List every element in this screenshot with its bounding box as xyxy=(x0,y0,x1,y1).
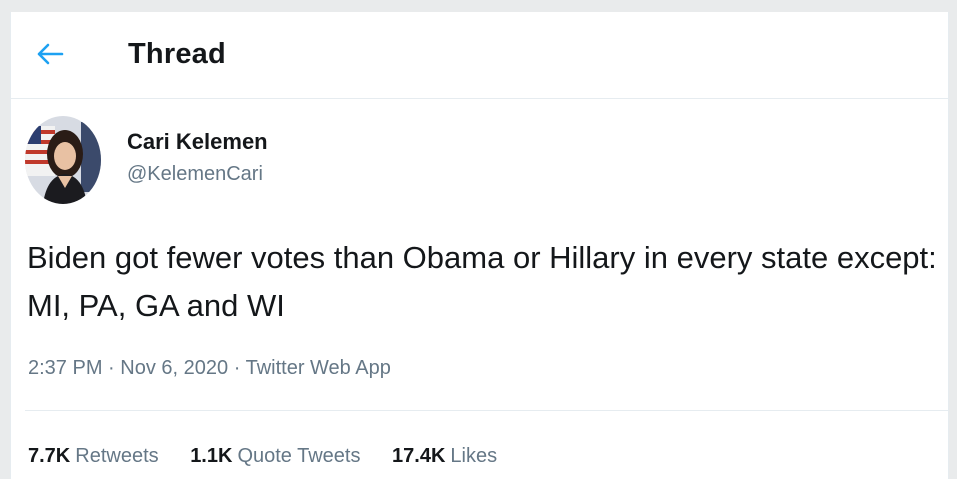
author-handle[interactable]: @KelemenCari xyxy=(127,163,263,186)
likes-label: Likes xyxy=(450,445,498,467)
retweets-stat[interactable]: 7.7K Retweets xyxy=(28,445,159,468)
retweets-label: Retweets xyxy=(75,445,159,467)
meta-separator: · xyxy=(108,357,115,379)
tweet-timestamp[interactable]: 2:37 PM · Nov 6, 2020 xyxy=(28,357,228,379)
avatar[interactable] xyxy=(25,116,101,204)
tweet-source[interactable]: Twitter Web App xyxy=(246,357,391,379)
retweets-count: 7.7K xyxy=(28,445,71,467)
thread-header: Thread xyxy=(11,12,948,99)
tweet-metadata: 2:37 PM · Nov 6, 2020 · Twitter Web App xyxy=(28,357,391,380)
author-name[interactable]: Cari Kelemen xyxy=(127,129,268,155)
quote-tweets-stat[interactable]: 1.1K Quote Tweets xyxy=(190,445,360,468)
tweet-thread-panel: Thread Cari Kelemen @KelemenCari Biden g… xyxy=(10,12,949,479)
arrow-left-icon[interactable] xyxy=(35,42,65,66)
divider xyxy=(25,410,948,411)
tweet-stats: 7.7K Retweets 1.1K Quote Tweets 17.4K Likes xyxy=(28,445,523,468)
likes-stat[interactable]: 17.4K Likes xyxy=(392,445,497,468)
tweet-text: Biden got fewer votes than Obama or Hill… xyxy=(27,240,937,323)
quote-tweets-label: Quote Tweets xyxy=(237,445,361,467)
tweet-time: 2:37 PM xyxy=(28,357,103,379)
likes-count: 17.4K xyxy=(392,445,446,467)
tweet-date: Nov 6, 2020 xyxy=(120,357,229,379)
quote-tweets-count: 1.1K xyxy=(190,445,233,467)
meta-separator: · xyxy=(233,357,241,379)
page-title: Thread xyxy=(128,38,226,70)
